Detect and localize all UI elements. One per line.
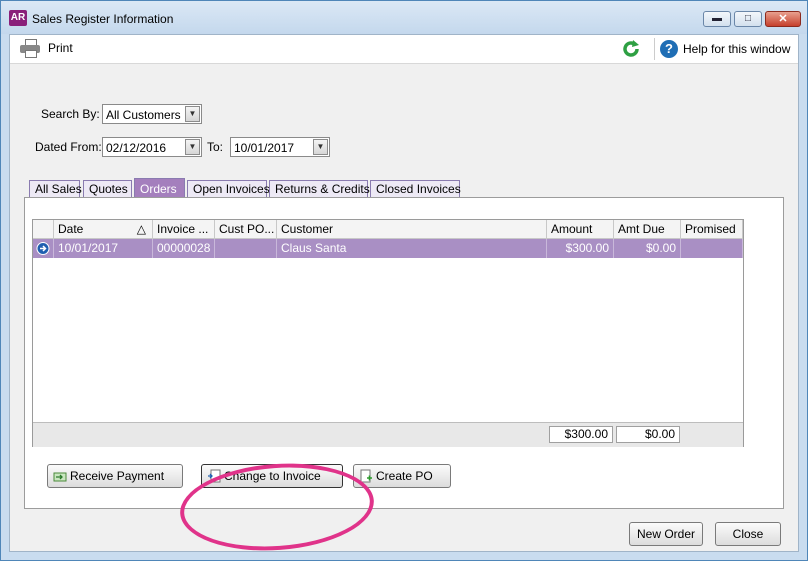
sales-register-window: AR Sales Register Information ▬ □ ✕ Prin… — [0, 0, 808, 561]
arrow-right-icon — [36, 242, 50, 255]
calendar-dropdown-icon[interactable]: ▼ — [185, 139, 200, 155]
column-header-promised[interactable]: Promised — [681, 220, 743, 239]
tab-orders[interactable]: Orders — [134, 178, 185, 198]
chevron-down-icon[interactable]: ▼ — [185, 106, 200, 122]
column-header-customer[interactable]: Customer — [277, 220, 547, 239]
total-amt-due: $0.00 — [616, 426, 680, 443]
create-po-icon — [360, 469, 372, 483]
table-row-selector[interactable] — [33, 239, 54, 258]
dated-from-label: Dated From: — [35, 140, 102, 154]
tab-quotes[interactable]: Quotes — [83, 180, 132, 198]
change-to-invoice-button[interactable]: Change to Invoice — [201, 464, 343, 488]
toolbar-separator — [654, 38, 655, 60]
tab-closed-invoices[interactable]: Closed Invoices — [370, 180, 461, 198]
column-header-cust-po[interactable]: Cust PO... — [215, 220, 277, 239]
cell-amount[interactable]: $300.00 — [547, 239, 614, 258]
search-by-label: Search By: — [41, 107, 100, 121]
calendar-dropdown-icon[interactable]: ▼ — [313, 139, 328, 155]
tab-open-invoices[interactable]: Open Invoices — [187, 180, 270, 198]
app-icon: AR — [9, 10, 27, 26]
search-by-select[interactable]: All Customers ▼ — [102, 104, 202, 124]
printer-icon — [20, 39, 40, 58]
sort-ascending-icon: △ — [136, 222, 146, 236]
cell-promised[interactable] — [681, 239, 743, 258]
column-header-amt-due[interactable]: Amt Due — [614, 220, 681, 239]
cell-date[interactable]: 10/01/2017 — [54, 239, 153, 258]
to-date-value: 10/01/2017 — [234, 141, 295, 155]
receive-payment-button[interactable]: Receive Payment — [47, 464, 183, 488]
column-header-invoice[interactable]: Invoice ... — [153, 220, 215, 239]
toolbar: Print ? Help for this window — [10, 35, 798, 64]
totals-bar: $300.00 $0.00 — [33, 422, 743, 447]
cell-cust-po[interactable] — [215, 239, 277, 258]
maximize-icon: □ — [744, 13, 752, 24]
minimize-icon: ▬ — [712, 13, 722, 24]
cell-invoice[interactable]: 00000028 — [153, 239, 215, 258]
print-label: Print — [48, 41, 73, 55]
refresh-icon[interactable] — [620, 38, 642, 60]
search-by-value: All Customers — [106, 108, 181, 122]
dated-from-value: 02/12/2016 — [106, 141, 167, 155]
column-header-date[interactable]: Date △ — [54, 220, 153, 239]
to-date-field[interactable]: 10/01/2017 ▼ — [230, 137, 330, 157]
tab-returns-credits[interactable]: Returns & Credits — [269, 180, 370, 198]
create-po-button[interactable]: Create PO — [353, 464, 451, 488]
help-label: Help for this window — [683, 42, 791, 56]
close-icon: ✕ — [778, 13, 788, 25]
tab-all-sales[interactable]: All Sales — [29, 180, 82, 198]
close-window-button[interactable]: ✕ — [765, 11, 801, 27]
total-amount: $300.00 — [549, 426, 613, 443]
cell-amt-due[interactable]: $0.00 — [614, 239, 681, 258]
minimize-button[interactable]: ▬ — [703, 11, 731, 27]
help-icon: ? — [660, 40, 678, 58]
dated-from-field[interactable]: 02/12/2016 ▼ — [102, 137, 202, 157]
to-label: To: — [207, 140, 224, 154]
maximize-button[interactable]: □ — [734, 11, 762, 27]
row-indicator-header — [33, 220, 54, 239]
receive-payment-icon — [53, 472, 67, 482]
new-order-button[interactable]: New Order — [629, 522, 703, 546]
window-content: Print ? Help for this window Search By: … — [9, 34, 799, 557]
title-bar: AR Sales Register Information ▬ □ ✕ — [1, 1, 807, 34]
help-button[interactable]: ? Help for this window — [660, 38, 790, 60]
cell-customer[interactable]: Claus Santa — [277, 239, 547, 258]
column-header-amount[interactable]: Amount — [547, 220, 614, 239]
window-title: Sales Register Information — [32, 12, 174, 26]
close-button[interactable]: Close — [715, 522, 781, 546]
change-to-invoice-icon — [208, 469, 221, 483]
print-button[interactable]: Print — [20, 37, 73, 59]
orders-table: Date △ Invoice ... Cust PO... Customer A… — [32, 219, 744, 447]
